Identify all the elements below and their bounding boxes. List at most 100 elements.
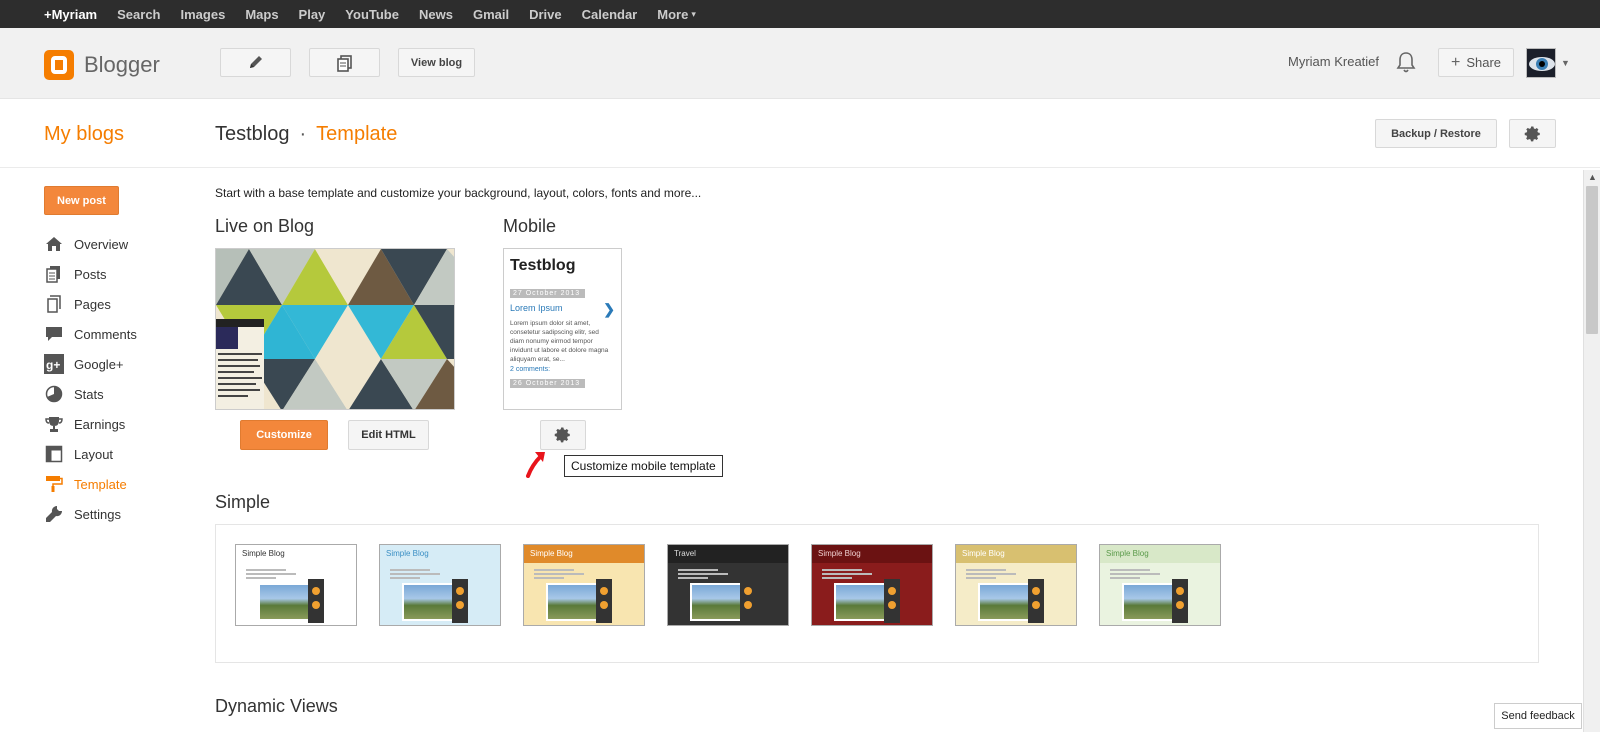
thumb-title: Simple Blog [956, 545, 1076, 563]
new-post-pencil-button[interactable] [220, 48, 291, 77]
backup-restore-button[interactable]: Backup / Restore [1375, 119, 1497, 148]
simple-template-thumb[interactable]: Travel [667, 544, 789, 626]
share-button[interactable]: + Share [1438, 48, 1514, 77]
simple-template-thumb[interactable]: Simple Blog [811, 544, 933, 626]
gbar-link-calendar[interactable]: Calendar [582, 7, 638, 22]
gbar-link-youtube[interactable]: YouTube [345, 7, 399, 22]
notification-bell[interactable] [1396, 50, 1416, 79]
triangle-pattern [216, 249, 454, 409]
thumb-photo [978, 583, 1030, 621]
account-menu-caret-icon[interactable]: ▼ [1561, 58, 1570, 68]
breadcrumb-separator: · [299, 123, 307, 145]
sidebar-item-settings[interactable]: Settings [44, 499, 194, 529]
thumb-text-line [822, 573, 872, 575]
customize-button[interactable]: Customize [240, 420, 328, 450]
scroll-thumb[interactable] [1586, 186, 1598, 334]
thumb-text-line [246, 569, 286, 571]
pencil-icon [249, 55, 262, 68]
mobile-template-preview[interactable]: Testblog 27 October 2013 Lorem Ipsum Lor… [503, 248, 622, 410]
thumb-text-line [966, 569, 1006, 571]
sidebar-item-earnings[interactable]: Earnings [44, 409, 194, 439]
sidebar-item-overview[interactable]: Overview [44, 229, 194, 259]
gbar-link-more[interactable]: More [657, 7, 688, 22]
gbar-link-search[interactable]: Search [117, 7, 160, 22]
thumb-text-line [246, 573, 296, 575]
breadcrumb: Testblog · Template [215, 123, 397, 146]
google-plus-icon: g+ [44, 354, 64, 374]
gbar-link-maps[interactable]: Maps [245, 7, 278, 22]
thumb-title: Simple Blog [1100, 545, 1220, 563]
thumb-text-line [966, 577, 996, 579]
simple-template-thumb[interactable]: Simple Blog [523, 544, 645, 626]
scrollbar[interactable]: ▲ [1583, 170, 1600, 732]
simple-heading: Simple [215, 492, 271, 512]
posts-list-button[interactable] [309, 48, 380, 77]
mobile-comments: 2 comments: [510, 366, 551, 373]
wrench-icon [44, 504, 64, 524]
mobile-date: 27 October 2013 [510, 289, 585, 298]
google-bar: +Myriam Search Images Maps Play YouTube News Gm… [0, 0, 1600, 28]
edit-html-button[interactable]: Edit HTML [348, 420, 429, 450]
thumb-text-line [1110, 569, 1150, 571]
sidebar-item-pages[interactable]: Pages [44, 289, 194, 319]
eye-avatar-icon [1527, 49, 1555, 77]
sidebar-item-layout[interactable]: Layout [44, 439, 194, 469]
posts-icon [44, 264, 64, 284]
simple-template-thumb[interactable]: Simple Blog [379, 544, 501, 626]
tooltip: Customize mobile template [564, 455, 723, 477]
blogger-logo-icon [44, 50, 74, 80]
gbar-link-myriam[interactable]: +Myriam [44, 7, 97, 22]
view-blog-button[interactable]: View blog [398, 48, 475, 77]
posts-icon [336, 54, 352, 72]
simple-template-thumb[interactable]: Simple Blog [235, 544, 357, 626]
blog-name[interactable]: Testblog [215, 123, 290, 145]
thumb-title: Simple Blog [812, 545, 932, 563]
scroll-up-icon[interactable]: ▲ [1588, 172, 1597, 182]
gbar-link-news[interactable]: News [419, 7, 453, 22]
gbar-link-gmail[interactable]: Gmail [473, 7, 509, 22]
thumb-title: Simple Blog [236, 545, 356, 563]
simple-template-thumb[interactable]: Simple Blog [1099, 544, 1221, 626]
gbar-link-images[interactable]: Images [181, 7, 226, 22]
thumb-text-line [390, 577, 420, 579]
new-post-button[interactable]: New post [44, 186, 119, 215]
thumb-text-line [390, 573, 440, 575]
thumb-photo [834, 583, 886, 621]
thumb-lamp-photo [884, 579, 900, 623]
thumb-photo [402, 583, 454, 621]
mobile-blog-title: Testblog [510, 257, 576, 274]
paint-roller-icon [44, 474, 64, 494]
thumb-text-line [1110, 577, 1140, 579]
live-template-preview[interactable] [215, 248, 455, 410]
blogger-logo[interactable]: Blogger [44, 50, 160, 80]
avatar[interactable] [1526, 48, 1556, 78]
thumb-text-line [534, 569, 574, 571]
thumb-text-line [678, 577, 708, 579]
thumb-lamp-photo [740, 579, 756, 623]
gear-icon [554, 427, 570, 443]
sidebar-item-comments[interactable]: Comments [44, 319, 194, 349]
thumb-lamp-photo [308, 579, 324, 623]
sidebar-item-template[interactable]: Template [44, 469, 194, 499]
thumb-text-line [822, 569, 862, 571]
send-feedback-button[interactable]: Send feedback [1494, 703, 1582, 729]
sidebar-item-google-plus[interactable]: g+ Google+ [44, 349, 194, 379]
simple-template-thumb[interactable]: Simple Blog [955, 544, 1077, 626]
trophy-icon [44, 414, 64, 434]
thumb-photo [690, 583, 742, 621]
gbar-link-drive[interactable]: Drive [529, 7, 562, 22]
user-name[interactable]: Myriam Kreatief [1288, 54, 1379, 69]
thumb-title: Simple Blog [380, 545, 500, 563]
sidebar-item-posts[interactable]: Posts [44, 259, 194, 289]
comment-icon [44, 324, 64, 344]
thumb-text-line [822, 577, 852, 579]
thumb-lamp-photo [1172, 579, 1188, 623]
intro-text: Start with a base template and customize… [215, 186, 702, 200]
thumb-title: Travel [668, 545, 788, 563]
my-blogs-link[interactable]: My blogs [44, 123, 124, 146]
settings-gear-button[interactable] [1509, 119, 1556, 148]
sidebar-item-stats[interactable]: Stats [44, 379, 194, 409]
thumb-text-line [1110, 573, 1160, 575]
dynamic-views-heading: Dynamic Views [215, 696, 338, 716]
gbar-link-play[interactable]: Play [299, 7, 326, 22]
